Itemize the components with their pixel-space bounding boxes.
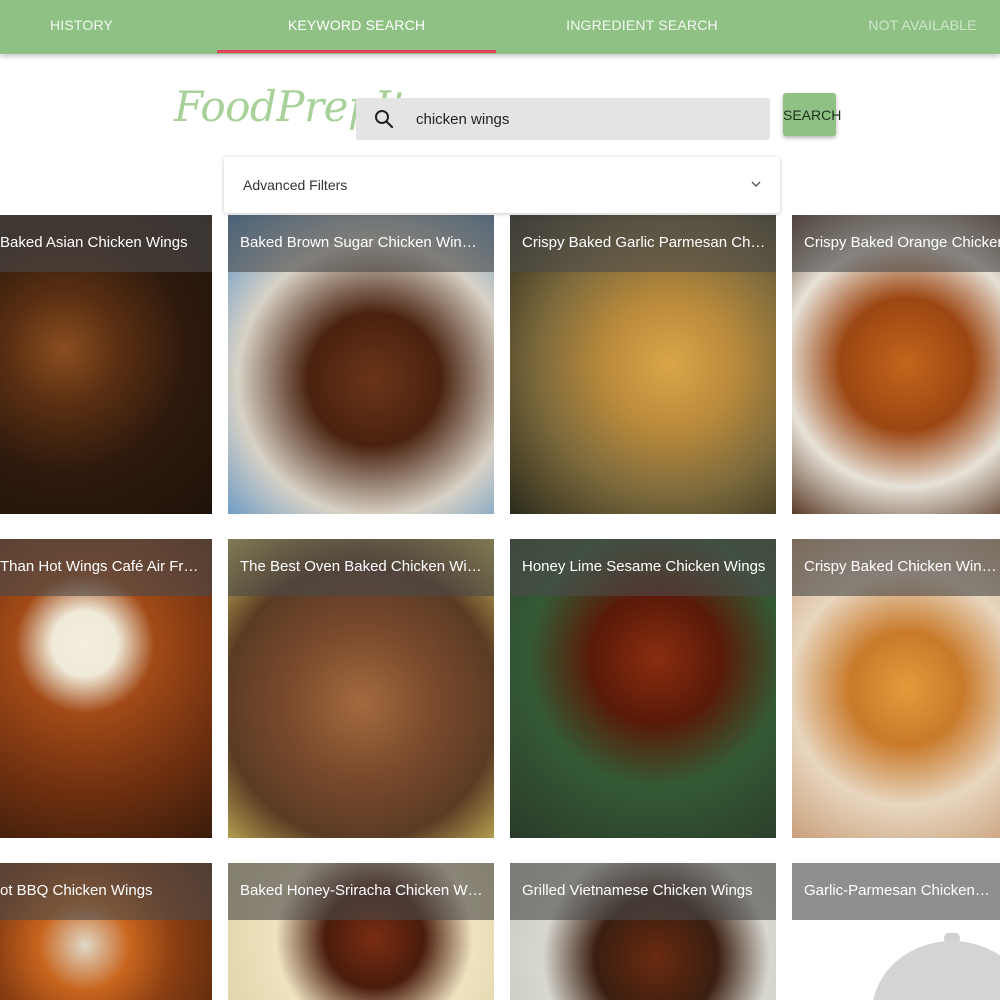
- recipe-grid: Baked Asian Chicken Wings Baked Brown Su…: [0, 0, 1000, 1000]
- top-navigation-bar: HISTORY KEYWORD SEARCH INGREDIENT SEARCH…: [0, 0, 1000, 54]
- chevron-down-icon[interactable]: [750, 178, 762, 190]
- recipe-title-bar: Baked Brown Sugar Chicken Wings with ...: [228, 215, 494, 272]
- recipe-card[interactable]: ot BBQ Chicken Wings: [0, 863, 212, 1000]
- recipe-title: Than Hot Wings Café Air Fryer Buf...: [0, 558, 202, 575]
- tab-history[interactable]: HISTORY: [0, 0, 163, 54]
- recipe-title: Grilled Vietnamese Chicken Wings: [522, 882, 753, 899]
- recipe-title: Garlic-Parmesan Chicken Wings: [804, 882, 990, 899]
- recipe-title-bar: Crispy Baked Chicken Wings (yup...: [792, 539, 1000, 596]
- recipe-card[interactable]: Crispy Baked Garlic Parmesan Chicken ...: [510, 215, 776, 514]
- recipe-title-bar: Grilled Vietnamese Chicken Wings: [510, 863, 776, 920]
- search-icon: [375, 110, 394, 129]
- recipe-title: Honey Lime Sesame Chicken Wings: [522, 558, 766, 575]
- advanced-filters-label: Advanced Filters: [243, 177, 348, 193]
- recipe-card[interactable]: Baked Honey-Sriracha Chicken Wings: [228, 863, 494, 1000]
- search-input[interactable]: [416, 98, 756, 140]
- recipe-title: Crispy Baked Garlic Parmesan Chicken ...: [522, 234, 766, 251]
- active-tab-indicator: [217, 50, 496, 53]
- recipe-card[interactable]: The Best Oven Baked Chicken Wings: [228, 539, 494, 838]
- recipe-title-bar: Garlic-Parmesan Chicken Wings: [792, 863, 1000, 920]
- recipe-title: ot BBQ Chicken Wings: [0, 882, 153, 899]
- recipe-title-bar: Baked Honey-Sriracha Chicken Wings: [228, 863, 494, 920]
- advanced-filters-panel[interactable]: Advanced Filters: [224, 157, 780, 213]
- recipe-title: Baked Brown Sugar Chicken Wings with ...: [240, 234, 484, 251]
- recipe-card[interactable]: Baked Asian Chicken Wings: [0, 215, 212, 514]
- recipe-title: Crispy Baked Chicken Wings (yup...: [804, 558, 1000, 575]
- recipe-title-bar: ot BBQ Chicken Wings: [0, 863, 212, 920]
- recipe-title-bar: The Best Oven Baked Chicken Wings: [228, 539, 494, 596]
- recipe-card[interactable]: Grilled Vietnamese Chicken Wings: [510, 863, 776, 1000]
- recipe-card[interactable]: Crispy Baked Chicken Wings (yup...: [792, 539, 1000, 838]
- recipe-title-bar: Than Hot Wings Café Air Fryer Buf...: [0, 539, 212, 596]
- recipe-title: The Best Oven Baked Chicken Wings: [240, 558, 484, 575]
- recipe-card[interactable]: Garlic-Parmesan Chicken Wings: [792, 863, 1000, 1000]
- tab-keyword-search[interactable]: KEYWORD SEARCH: [217, 0, 496, 54]
- recipe-title: Crispy Baked Orange Chicken Wings: [804, 234, 1000, 251]
- recipe-card[interactable]: Baked Brown Sugar Chicken Wings with ...: [228, 215, 494, 514]
- recipe-title-bar: Baked Asian Chicken Wings: [0, 215, 212, 272]
- tab-not-available: NOT AVAILABLE: [868, 17, 977, 33]
- recipe-title-bar: Crispy Baked Garlic Parmesan Chicken ...: [510, 215, 776, 272]
- serving-cloche-icon: [873, 933, 1000, 1000]
- recipe-card[interactable]: Than Hot Wings Café Air Fryer Buf...: [0, 539, 212, 838]
- recipe-title: Baked Asian Chicken Wings: [0, 234, 188, 251]
- recipe-title-bar: Honey Lime Sesame Chicken Wings: [510, 539, 776, 596]
- search-button[interactable]: SEARCH: [783, 93, 841, 136]
- search-box[interactable]: [356, 98, 770, 140]
- recipe-title: Baked Honey-Sriracha Chicken Wings: [240, 882, 484, 899]
- recipe-card[interactable]: Honey Lime Sesame Chicken Wings: [510, 539, 776, 838]
- tab-ingredient-search[interactable]: INGREDIENT SEARCH: [496, 0, 788, 54]
- recipe-card[interactable]: Crispy Baked Orange Chicken Wings: [792, 215, 1000, 514]
- recipe-title-bar: Crispy Baked Orange Chicken Wings: [792, 215, 1000, 272]
